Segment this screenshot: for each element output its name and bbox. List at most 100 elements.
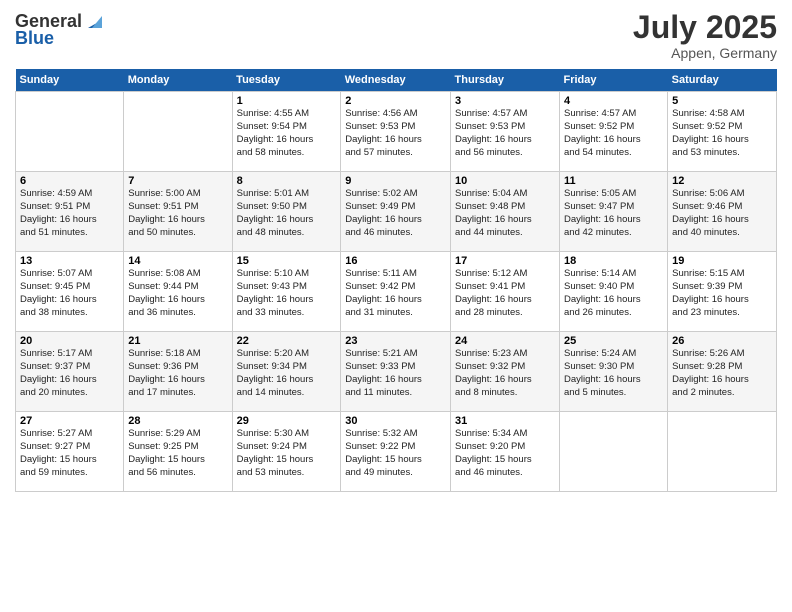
day-number: 2 (345, 95, 446, 107)
day-info: Sunrise: 4:57 AMSunset: 9:52 PMDaylight:… (564, 108, 663, 159)
day-info: Sunrise: 4:56 AMSunset: 9:53 PMDaylight:… (345, 108, 446, 159)
calendar-cell: 8Sunrise: 5:01 AMSunset: 9:50 PMDaylight… (232, 172, 341, 252)
col-monday: Monday (124, 69, 232, 92)
calendar-week-3: 13Sunrise: 5:07 AMSunset: 9:45 PMDayligh… (16, 252, 777, 332)
day-info: Sunrise: 5:29 AMSunset: 9:25 PMDaylight:… (128, 428, 227, 479)
day-info: Sunrise: 5:06 AMSunset: 9:46 PMDaylight:… (672, 188, 772, 239)
calendar-cell: 28Sunrise: 5:29 AMSunset: 9:25 PMDayligh… (124, 412, 232, 492)
day-number: 18 (564, 255, 663, 267)
calendar-cell: 12Sunrise: 5:06 AMSunset: 9:46 PMDayligh… (668, 172, 777, 252)
day-info: Sunrise: 5:21 AMSunset: 9:33 PMDaylight:… (345, 348, 446, 399)
calendar-cell: 5Sunrise: 4:58 AMSunset: 9:52 PMDaylight… (668, 92, 777, 172)
day-info: Sunrise: 5:01 AMSunset: 9:50 PMDaylight:… (237, 188, 337, 239)
day-info: Sunrise: 5:02 AMSunset: 9:49 PMDaylight:… (345, 188, 446, 239)
calendar-cell (668, 412, 777, 492)
day-number: 9 (345, 175, 446, 187)
calendar-header-row: Sunday Monday Tuesday Wednesday Thursday… (16, 69, 777, 92)
day-number: 31 (455, 415, 555, 427)
day-number: 19 (672, 255, 772, 267)
day-number: 25 (564, 335, 663, 347)
calendar-cell: 7Sunrise: 5:00 AMSunset: 9:51 PMDaylight… (124, 172, 232, 252)
day-info: Sunrise: 5:11 AMSunset: 9:42 PMDaylight:… (345, 268, 446, 319)
calendar-cell: 26Sunrise: 5:26 AMSunset: 9:28 PMDayligh… (668, 332, 777, 412)
day-number: 7 (128, 175, 227, 187)
day-info: Sunrise: 5:18 AMSunset: 9:36 PMDaylight:… (128, 348, 227, 399)
day-info: Sunrise: 5:17 AMSunset: 9:37 PMDaylight:… (20, 348, 119, 399)
day-number: 30 (345, 415, 446, 427)
calendar-cell: 19Sunrise: 5:15 AMSunset: 9:39 PMDayligh… (668, 252, 777, 332)
day-number: 13 (20, 255, 119, 267)
day-number: 22 (237, 335, 337, 347)
day-info: Sunrise: 5:32 AMSunset: 9:22 PMDaylight:… (345, 428, 446, 479)
calendar-cell: 18Sunrise: 5:14 AMSunset: 9:40 PMDayligh… (560, 252, 668, 332)
calendar-cell: 10Sunrise: 5:04 AMSunset: 9:48 PMDayligh… (451, 172, 560, 252)
calendar-cell: 23Sunrise: 5:21 AMSunset: 9:33 PMDayligh… (341, 332, 451, 412)
day-number: 1 (237, 95, 337, 107)
day-number: 14 (128, 255, 227, 267)
day-info: Sunrise: 4:57 AMSunset: 9:53 PMDaylight:… (455, 108, 555, 159)
day-number: 17 (455, 255, 555, 267)
day-info: Sunrise: 4:55 AMSunset: 9:54 PMDaylight:… (237, 108, 337, 159)
calendar-week-5: 27Sunrise: 5:27 AMSunset: 9:27 PMDayligh… (16, 412, 777, 492)
location: Appen, Germany (633, 45, 777, 61)
day-number: 10 (455, 175, 555, 187)
day-number: 24 (455, 335, 555, 347)
day-number: 23 (345, 335, 446, 347)
day-number: 21 (128, 335, 227, 347)
day-number: 29 (237, 415, 337, 427)
calendar-cell: 20Sunrise: 5:17 AMSunset: 9:37 PMDayligh… (16, 332, 124, 412)
day-number: 3 (455, 95, 555, 107)
calendar-cell (16, 92, 124, 172)
day-info: Sunrise: 4:59 AMSunset: 9:51 PMDaylight:… (20, 188, 119, 239)
col-friday: Friday (560, 69, 668, 92)
calendar-cell: 13Sunrise: 5:07 AMSunset: 9:45 PMDayligh… (16, 252, 124, 332)
calendar-cell: 14Sunrise: 5:08 AMSunset: 9:44 PMDayligh… (124, 252, 232, 332)
day-number: 28 (128, 415, 227, 427)
day-info: Sunrise: 5:12 AMSunset: 9:41 PMDaylight:… (455, 268, 555, 319)
calendar-cell: 2Sunrise: 4:56 AMSunset: 9:53 PMDaylight… (341, 92, 451, 172)
day-info: Sunrise: 5:24 AMSunset: 9:30 PMDaylight:… (564, 348, 663, 399)
day-info: Sunrise: 5:27 AMSunset: 9:27 PMDaylight:… (20, 428, 119, 479)
day-info: Sunrise: 5:00 AMSunset: 9:51 PMDaylight:… (128, 188, 227, 239)
header: General Blue July 2025 Appen, Germany (15, 10, 777, 61)
col-sunday: Sunday (16, 69, 124, 92)
page-container: General Blue July 2025 Appen, Germany Su… (0, 0, 792, 612)
day-info: Sunrise: 5:23 AMSunset: 9:32 PMDaylight:… (455, 348, 555, 399)
day-info: Sunrise: 4:58 AMSunset: 9:52 PMDaylight:… (672, 108, 772, 159)
calendar-cell: 24Sunrise: 5:23 AMSunset: 9:32 PMDayligh… (451, 332, 560, 412)
calendar-cell: 29Sunrise: 5:30 AMSunset: 9:24 PMDayligh… (232, 412, 341, 492)
col-thursday: Thursday (451, 69, 560, 92)
day-number: 15 (237, 255, 337, 267)
day-number: 5 (672, 95, 772, 107)
day-number: 12 (672, 175, 772, 187)
calendar-cell: 15Sunrise: 5:10 AMSunset: 9:43 PMDayligh… (232, 252, 341, 332)
day-number: 27 (20, 415, 119, 427)
calendar-cell: 17Sunrise: 5:12 AMSunset: 9:41 PMDayligh… (451, 252, 560, 332)
day-number: 26 (672, 335, 772, 347)
calendar-week-1: 1Sunrise: 4:55 AMSunset: 9:54 PMDaylight… (16, 92, 777, 172)
calendar-cell (124, 92, 232, 172)
day-info: Sunrise: 5:08 AMSunset: 9:44 PMDaylight:… (128, 268, 227, 319)
day-info: Sunrise: 5:14 AMSunset: 9:40 PMDaylight:… (564, 268, 663, 319)
day-number: 16 (345, 255, 446, 267)
calendar-cell: 25Sunrise: 5:24 AMSunset: 9:30 PMDayligh… (560, 332, 668, 412)
day-info: Sunrise: 5:20 AMSunset: 9:34 PMDaylight:… (237, 348, 337, 399)
col-wednesday: Wednesday (341, 69, 451, 92)
day-number: 6 (20, 175, 119, 187)
month-year: July 2025 (633, 10, 777, 45)
calendar-cell: 16Sunrise: 5:11 AMSunset: 9:42 PMDayligh… (341, 252, 451, 332)
calendar-cell: 21Sunrise: 5:18 AMSunset: 9:36 PMDayligh… (124, 332, 232, 412)
day-number: 8 (237, 175, 337, 187)
calendar-cell: 22Sunrise: 5:20 AMSunset: 9:34 PMDayligh… (232, 332, 341, 412)
day-info: Sunrise: 5:04 AMSunset: 9:48 PMDaylight:… (455, 188, 555, 239)
calendar-cell (560, 412, 668, 492)
calendar-cell: 6Sunrise: 4:59 AMSunset: 9:51 PMDaylight… (16, 172, 124, 252)
day-number: 20 (20, 335, 119, 347)
day-info: Sunrise: 5:10 AMSunset: 9:43 PMDaylight:… (237, 268, 337, 319)
calendar-cell: 3Sunrise: 4:57 AMSunset: 9:53 PMDaylight… (451, 92, 560, 172)
day-info: Sunrise: 5:34 AMSunset: 9:20 PMDaylight:… (455, 428, 555, 479)
logo: General Blue (15, 10, 106, 49)
day-number: 11 (564, 175, 663, 187)
title-block: July 2025 Appen, Germany (633, 10, 777, 61)
col-saturday: Saturday (668, 69, 777, 92)
